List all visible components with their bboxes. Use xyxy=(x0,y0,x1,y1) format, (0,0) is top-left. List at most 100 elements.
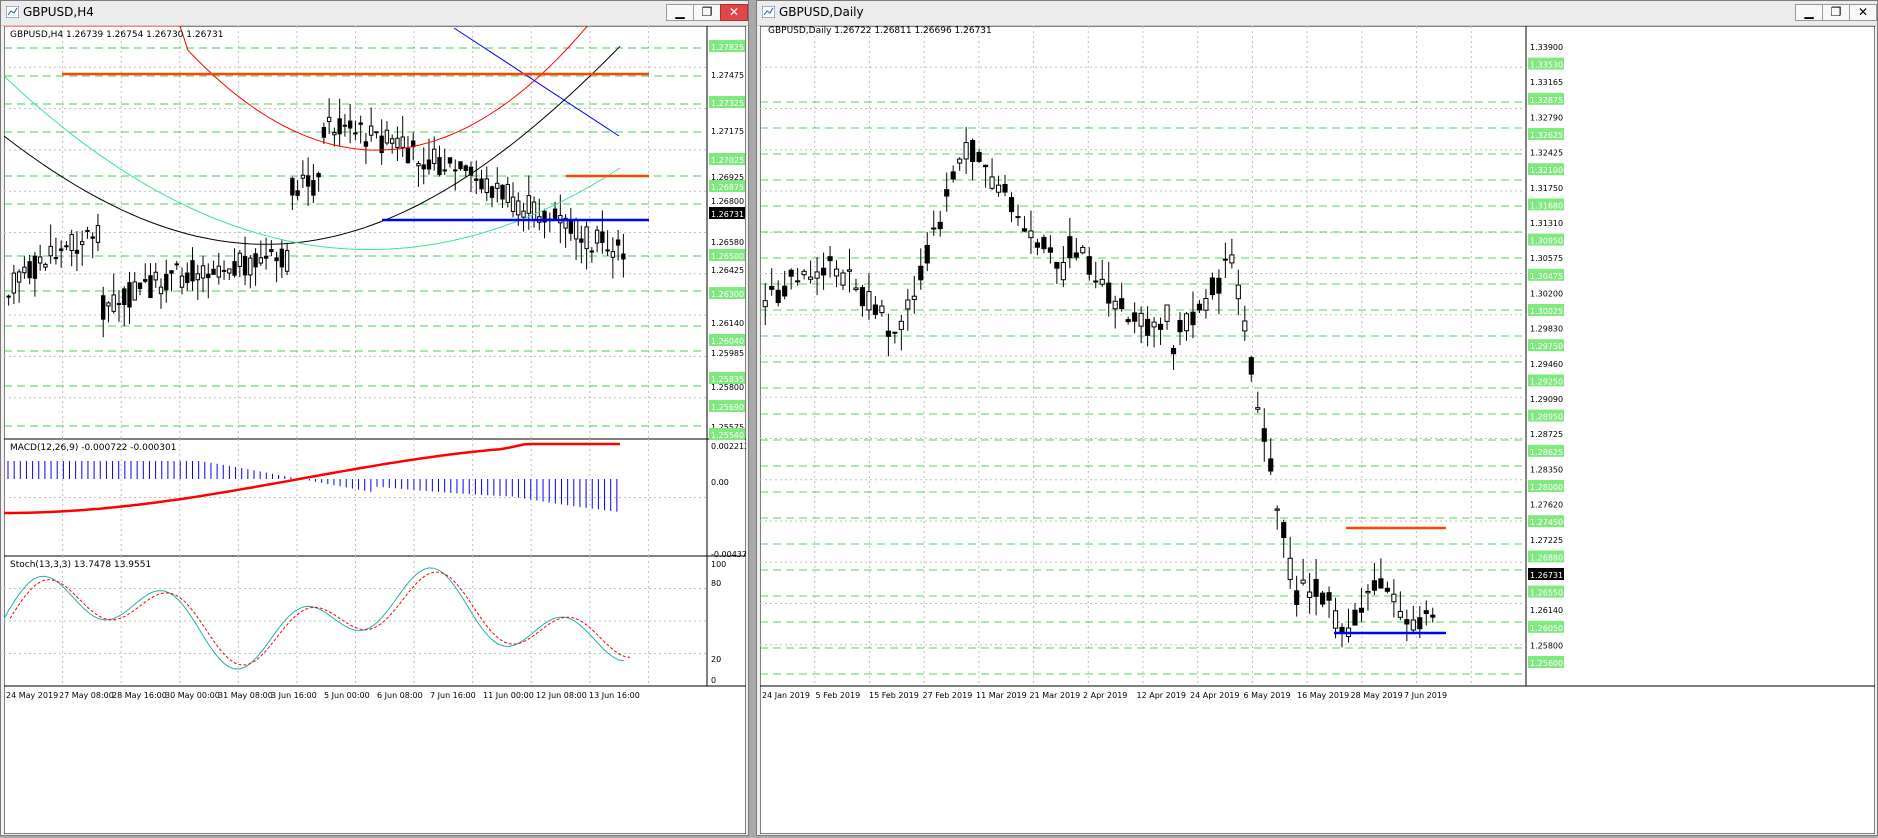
candle-body xyxy=(1274,508,1280,511)
candle-body xyxy=(1015,216,1021,219)
candle-body xyxy=(164,273,169,291)
candle-body xyxy=(1300,579,1306,584)
candle-body xyxy=(116,303,122,306)
candle-body xyxy=(111,294,116,312)
daily-chart-canvas[interactable]: 1.33900 1.33530 1.33165 1.32875 1.32790 1.326… xyxy=(759,25,1876,835)
candle-body xyxy=(484,178,489,194)
candle-body xyxy=(474,178,479,181)
price-axis-label: 1.30475 xyxy=(1530,272,1563,281)
candle-body xyxy=(363,141,369,147)
candle-body xyxy=(568,220,574,234)
price-axis-label: 1.28950 xyxy=(1530,413,1563,422)
price-axis-label: 1.28725 xyxy=(1530,430,1563,439)
close-button[interactable]: ✕ xyxy=(720,4,748,21)
price-axis-label: 1.29750 xyxy=(1530,342,1563,351)
candle-body xyxy=(405,148,411,164)
candle-body xyxy=(1170,347,1177,355)
price-axis-label: 1.29830 xyxy=(1530,325,1563,334)
candle-body xyxy=(976,151,982,162)
candle-body xyxy=(248,257,253,276)
candle-body xyxy=(801,270,807,276)
candle-body xyxy=(153,271,158,281)
chart-window-daily[interactable]: GBPUSD,Daily ▁ ❐ ✕ 1.33900 1.33530 1.33165… xyxy=(756,0,1878,836)
price-axis-label: 1.29460 xyxy=(1530,360,1563,369)
candle-body xyxy=(195,273,200,281)
price-axis-label: 1.27450 xyxy=(1530,518,1563,527)
candle-body xyxy=(600,231,605,243)
window-titlebar[interactable]: GBPUSD,Daily ▁ ❐ ✕ xyxy=(757,1,1877,26)
candle-body xyxy=(605,249,610,252)
price-axis-label: 1.30200 xyxy=(1530,289,1563,298)
candle-body xyxy=(400,136,405,148)
candle-body xyxy=(762,300,768,308)
candle-body xyxy=(970,139,976,162)
price-axis-label: 1.32425 xyxy=(1530,149,1563,158)
chart-window-h4[interactable]: GBPUSD,H4 ▁ ❐ ✕ 1.27825 1.27475 1.27325 1.2… xyxy=(0,0,752,836)
candle-body xyxy=(1423,610,1429,615)
price-axis-label: 1.26140 xyxy=(1530,606,1563,615)
candle-body xyxy=(610,251,616,258)
candle-body xyxy=(106,302,111,307)
time-axis-label: 16 May 2019 xyxy=(1297,691,1349,700)
price-axis-label: 1.26550 xyxy=(1530,589,1563,598)
price-axis-label: 1.30025 xyxy=(1530,307,1563,316)
candle-body xyxy=(269,249,274,253)
candle-body xyxy=(1073,252,1079,258)
candle-body xyxy=(1145,318,1151,336)
price-axis-label: 1.26050 xyxy=(1530,624,1563,633)
candle-body xyxy=(232,261,237,276)
time-axis-label: 12 Jun 08:00 xyxy=(536,691,587,700)
candle-body xyxy=(295,190,300,196)
price-axis-label: 1.31750 xyxy=(1530,184,1563,193)
restore-button[interactable]: ❐ xyxy=(693,4,721,21)
price-axis-label: 1.27225 xyxy=(1530,536,1563,545)
candle-body xyxy=(1417,617,1423,630)
candle-body xyxy=(305,175,311,187)
candle-body xyxy=(311,179,316,196)
candle-body xyxy=(316,173,321,178)
candle-body xyxy=(1242,320,1248,332)
candle-body xyxy=(615,239,621,246)
candle-body xyxy=(64,245,69,248)
candle-body xyxy=(1430,614,1436,618)
restore-button[interactable]: ❐ xyxy=(1822,4,1850,21)
time-axis-label: 7 Jun 16:00 xyxy=(430,691,476,700)
candle-body xyxy=(242,256,248,276)
candle-body xyxy=(1008,197,1015,213)
candle-body xyxy=(788,269,794,277)
candle-body xyxy=(1307,591,1313,598)
candle-body xyxy=(552,208,558,219)
time-axis-label: 12 Apr 2019 xyxy=(1137,691,1186,700)
candle-body xyxy=(1060,262,1066,281)
candle-body xyxy=(432,148,437,165)
time-axis-label: 30 May 00:00 xyxy=(165,691,220,700)
candle-body xyxy=(437,157,442,176)
candle-body xyxy=(516,200,521,216)
candle-body xyxy=(1229,254,1235,264)
candle-body xyxy=(463,165,468,172)
candle-body xyxy=(185,272,190,284)
candle-body xyxy=(1183,313,1190,332)
window-titlebar[interactable]: GBPUSD,H4 ▁ ❐ ✕ xyxy=(1,1,748,26)
minimize-button[interactable]: ▁ xyxy=(1795,4,1823,21)
price-axis-label: 1.28350 xyxy=(1530,465,1563,474)
price-axis-label: 1.32625 xyxy=(1530,131,1563,140)
time-axis-label: 6 Jun 08:00 xyxy=(377,691,423,700)
candle-body xyxy=(442,169,447,172)
minimize-button[interactable]: ▁ xyxy=(666,4,694,21)
price-axis-label: 1.25690 xyxy=(711,403,744,412)
price-axis-label: 1.31680 xyxy=(1530,201,1563,210)
time-axis-label: 13 Jun 16:00 xyxy=(589,691,640,700)
price-axis-label: 1.29250 xyxy=(1530,377,1563,386)
price-axis-label: 1.33900 xyxy=(1530,43,1563,52)
candle-body xyxy=(1157,323,1164,330)
candle-body xyxy=(37,256,43,264)
h4-chart-canvas[interactable]: 1.278251.274751.273251.271751.270251.269… xyxy=(3,0,752,835)
close-button[interactable]: ✕ xyxy=(1849,4,1877,21)
candle-body xyxy=(1332,610,1339,629)
price-axis-label: 1.33530 xyxy=(1530,61,1563,70)
candle-body xyxy=(866,291,872,311)
candle-body xyxy=(16,271,22,283)
candle-body xyxy=(853,287,859,291)
close-icon: ✕ xyxy=(1857,5,1869,19)
